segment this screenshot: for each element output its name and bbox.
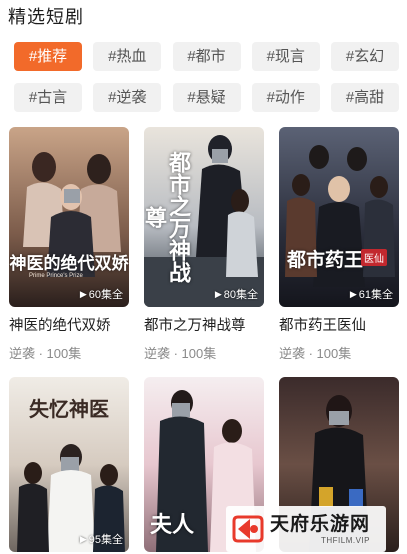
- drama-card[interactable]: 都市之万神战尊 ▶ 80集全 都市之万神战尊 逆袭 · 100集: [144, 127, 264, 363]
- episode-count: ▶ 80集全: [215, 286, 258, 302]
- drama-poster[interactable]: 神医的绝代双娇 Prime Prince's Prize ▶ 60集全: [9, 127, 129, 307]
- tag-recommend[interactable]: #推荐: [14, 42, 82, 71]
- episode-count: ▶ 95集全: [80, 531, 123, 547]
- poster-title: 都市药王: [287, 249, 364, 271]
- drama-title[interactable]: 都市药王医仙: [279, 316, 399, 336]
- drama-poster[interactable]: 都市之万神战尊 ▶ 80集全: [144, 127, 264, 307]
- tag-row-1: #推荐 #热血 #都市 #现言 #玄幻: [14, 42, 399, 71]
- tag-fantasy[interactable]: #玄幻: [331, 42, 399, 71]
- drama-card[interactable]: 神医的绝代双娇 Prime Prince's Prize ▶ 60集全 神医的绝…: [9, 127, 129, 363]
- tag-ancient-romance[interactable]: #古言: [14, 83, 82, 112]
- site-watermark: 天府乐游网 THFILM.VIP: [226, 506, 386, 552]
- drama-meta: 逆袭 · 100集: [144, 346, 217, 361]
- poster-badge: 医仙: [361, 249, 387, 266]
- drama-poster[interactable]: 失忆神医 ▶ 95集全: [9, 377, 129, 552]
- drama-card[interactable]: 失忆神医 ▶ 95集全: [9, 377, 129, 552]
- poster-title: 夫人: [150, 512, 195, 538]
- tag-sweet[interactable]: #高甜: [331, 83, 399, 112]
- episode-count-label: 61集全: [358, 289, 393, 301]
- drama-title[interactable]: 都市之万神战尊: [144, 316, 264, 336]
- drama-card[interactable]: 都市药王 医仙 ▶ 61集全 都市药王医仙 逆袭 · 100集: [279, 127, 399, 363]
- poster-title: 都市之万神战尊: [144, 151, 191, 283]
- poster-subtitle: Prime Prince's Prize: [29, 273, 83, 279]
- drama-poster[interactable]: 都市药王 医仙 ▶ 61集全: [279, 127, 399, 307]
- play-icon: ▶: [79, 533, 87, 544]
- episode-count-label: 60集全: [88, 289, 123, 301]
- category-tags: #推荐 #热血 #都市 #现言 #玄幻 #古言 #逆袭 #悬疑 #动作 #高甜: [14, 42, 399, 124]
- episode-count: ▶ 60集全: [80, 286, 123, 302]
- tag-action[interactable]: #动作: [251, 83, 320, 112]
- drama-grid: 神医的绝代双娇 Prime Prince's Prize ▶ 60集全 神医的绝…: [9, 127, 399, 552]
- drama-meta: 逆袭 · 100集: [9, 346, 82, 361]
- watermark-url: THFILM.VIP: [321, 535, 371, 545]
- drama-meta: 逆袭 · 100集: [279, 346, 352, 361]
- watermark-name: 天府乐游网: [270, 513, 371, 535]
- play-icon: ▶: [214, 288, 222, 299]
- tag-hot-blood[interactable]: #热血: [93, 42, 162, 71]
- drama-title[interactable]: 神医的绝代双娇: [9, 316, 129, 336]
- watermark-text: 天府乐游网 THFILM.VIP: [270, 514, 370, 545]
- play-icon: ▶: [79, 288, 87, 299]
- play-icon: ▶: [349, 288, 357, 299]
- tag-modern-romance[interactable]: #现言: [251, 42, 320, 71]
- poster-title: 失忆神医: [29, 397, 109, 421]
- section-title: 精选短剧: [8, 7, 84, 27]
- episode-count-label: 95集全: [88, 534, 123, 546]
- tag-urban[interactable]: #都市: [172, 42, 241, 71]
- tag-suspense[interactable]: #悬疑: [172, 83, 241, 112]
- episode-count-label: 80集全: [223, 289, 258, 301]
- episode-count: ▶ 61集全: [350, 286, 393, 302]
- tianfu-logo-icon: [232, 515, 264, 543]
- tag-comeback[interactable]: #逆袭: [93, 83, 162, 112]
- poster-title: 神医的绝代双娇: [9, 254, 129, 274]
- tag-row-2: #古言 #逆袭 #悬疑 #动作 #高甜: [14, 83, 399, 112]
